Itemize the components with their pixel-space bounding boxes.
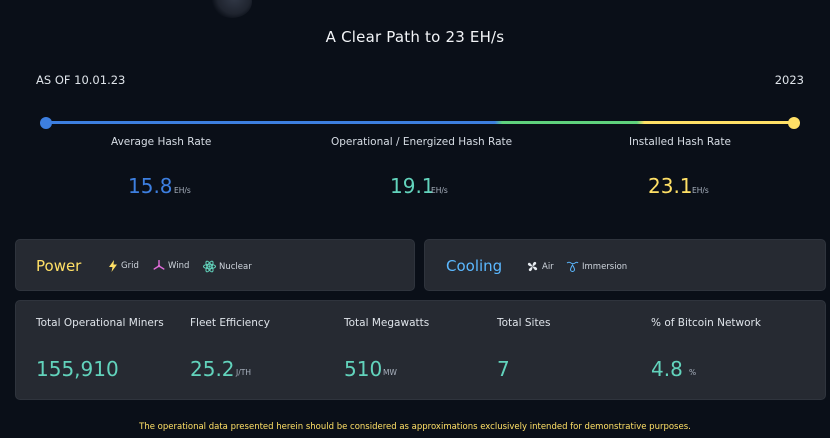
dashboard: A Clear Path to 23 EH/s AS OF 10.01.23 2… [0, 0, 830, 438]
timeline-end-dot [788, 117, 800, 129]
operational-hash-rate-unit: EH/s [431, 186, 448, 195]
installed-hash-rate-unit: EH/s [692, 186, 709, 195]
bitcoin-network-share-unit: % [689, 368, 697, 377]
cooling-panel: Cooling Air Immersion [424, 239, 826, 291]
power-item-label: Wind [168, 261, 190, 271]
installed-hash-rate-value: 23.1 [648, 174, 693, 198]
total-miners-value: 155,910 [36, 357, 119, 381]
as-of-date: AS OF 10.01.23 [36, 73, 126, 87]
atom-icon [203, 260, 216, 273]
total-megawatts-value: 510 [344, 357, 383, 381]
lightning-icon [108, 260, 118, 272]
cooling-item-immersion: Immersion [566, 260, 627, 273]
water-drop-icon [566, 260, 579, 273]
fleet-efficiency-label: Fleet Efficiency [190, 317, 270, 329]
fleet-efficiency-unit: J/TH [236, 368, 251, 377]
average-hash-rate-value: 15.8 [128, 174, 173, 198]
total-megawatts-label: Total Megawatts [344, 317, 430, 329]
operational-hash-rate-label: Operational / Energized Hash Rate [331, 136, 513, 148]
hash-rate-timeline [46, 121, 794, 124]
installed-hash-rate-label: Installed Hash Rate [629, 136, 731, 148]
page-title: A Clear Path to 23 EH/s [325, 28, 505, 46]
stats-panel: Total Operational Miners 155,910 Fleet E… [15, 300, 826, 400]
power-item-label: Nuclear [219, 261, 252, 272]
power-item-grid: Grid [108, 260, 139, 272]
total-miners-label: Total Operational Miners [36, 317, 164, 329]
cooling-item-air: Air [526, 260, 554, 273]
power-panel: Power Grid Wind Nuclear [15, 239, 415, 291]
average-hash-rate-label: Average Hash Rate [111, 136, 212, 148]
total-megawatts-unit: MW [383, 368, 397, 377]
total-sites-label: Total Sites [497, 317, 551, 329]
moon-graphic [212, 0, 252, 18]
disclaimer-text: The operational data presented herein sh… [139, 422, 691, 432]
power-item-wind: Wind [153, 260, 189, 272]
bitcoin-network-share-label: % of Bitcoin Network [651, 317, 761, 329]
cooling-item-label: Immersion [582, 261, 628, 272]
fleet-efficiency-value: 25.2 [190, 357, 235, 381]
power-item-label: Grid [121, 261, 139, 271]
power-item-nuclear: Nuclear [203, 260, 252, 273]
operational-hash-rate-value: 19.1 [390, 174, 435, 198]
average-hash-rate-unit: EH/s [174, 186, 191, 195]
bitcoin-network-share-value: 4.8 [651, 357, 683, 381]
cooling-item-label: Air [542, 261, 554, 272]
power-title: Power [36, 257, 82, 275]
wind-turbine-icon [153, 260, 165, 272]
year-label: 2023 [774, 73, 804, 87]
total-sites-value: 7 [497, 357, 510, 381]
fan-icon [526, 260, 539, 273]
timeline-start-dot [40, 117, 52, 129]
cooling-title: Cooling [446, 257, 503, 275]
